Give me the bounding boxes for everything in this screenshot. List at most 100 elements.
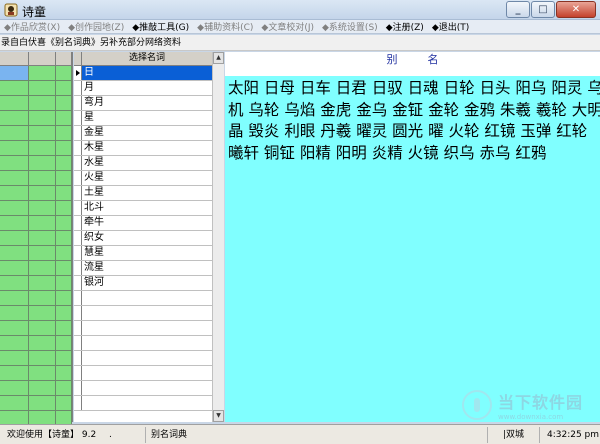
name-list-item[interactable] bbox=[74, 396, 212, 411]
name-list-header: 选择名词 bbox=[74, 52, 212, 66]
name-list-item-label bbox=[82, 366, 212, 380]
minimize-button[interactable]: _ bbox=[506, 1, 530, 18]
name-list-item[interactable]: 火星 bbox=[74, 171, 212, 186]
category-grid-header bbox=[0, 52, 72, 66]
menu-settings[interactable]: ◆系统设置(S) bbox=[322, 20, 378, 33]
watermark-en: www.downxia.com bbox=[498, 413, 564, 421]
category-grid-row[interactable] bbox=[0, 291, 72, 306]
name-list-item[interactable] bbox=[74, 336, 212, 351]
alias-result-area[interactable]: 太阳 日母 日车 日君 日驭 日魂 日轮 日头 阳乌 阳灵 乌机 乌轮 乌焰 金… bbox=[225, 76, 600, 422]
category-grid-row[interactable] bbox=[0, 171, 72, 186]
watermark: 当下软件园 www.downxia.com bbox=[462, 388, 597, 422]
name-list-item-label: 流星 bbox=[84, 262, 104, 273]
name-list-item-label bbox=[82, 291, 212, 305]
name-list-item-label: 水星 bbox=[84, 157, 104, 168]
name-list-item[interactable]: 金星 bbox=[74, 126, 212, 141]
name-list-item-label: 月 bbox=[84, 82, 94, 93]
name-list-item[interactable] bbox=[74, 351, 212, 366]
name-list-item-label: 土星 bbox=[84, 187, 104, 198]
app-icon bbox=[4, 3, 18, 17]
name-list-item[interactable] bbox=[74, 321, 212, 336]
name-list-item[interactable]: 慧星 bbox=[74, 246, 212, 261]
category-grid-row[interactable] bbox=[0, 216, 72, 231]
name-list-item-label: 火星 bbox=[84, 172, 104, 183]
category-grid-row[interactable] bbox=[0, 111, 72, 126]
status-dot: . bbox=[106, 427, 146, 443]
menu-exit[interactable]: ◆退出(T) bbox=[432, 20, 469, 33]
menu-works[interactable]: ◆作品欣赏(X) bbox=[4, 20, 60, 33]
category-grid-row[interactable] bbox=[0, 306, 72, 321]
status-time: 4:32:25 pm bbox=[547, 430, 600, 440]
title-bar: 诗童 _ □ ✕ bbox=[0, 0, 600, 20]
name-list-item[interactable]: 银河 bbox=[74, 276, 212, 291]
name-list-item-label bbox=[82, 396, 212, 410]
menu-proofread[interactable]: ◆文章校对(J) bbox=[261, 20, 314, 33]
name-list-item-label: 金星 bbox=[84, 127, 104, 138]
category-grid-row[interactable] bbox=[0, 321, 72, 336]
name-list-item[interactable] bbox=[74, 366, 212, 381]
alias-header: 别名 bbox=[386, 53, 469, 66]
category-grid-row[interactable] bbox=[0, 351, 72, 366]
name-list-item-label: 慧星 bbox=[84, 247, 104, 258]
name-list-item[interactable]: 星 bbox=[74, 111, 212, 126]
name-list-item-label: 木星 bbox=[84, 142, 104, 153]
name-list-item[interactable]: 弯月 bbox=[74, 96, 212, 111]
name-list-item[interactable]: 牵牛 bbox=[74, 216, 212, 231]
name-list-item[interactable]: 北斗 bbox=[74, 201, 212, 216]
status-section: 别名词典 bbox=[148, 427, 488, 443]
name-list-item[interactable] bbox=[74, 381, 212, 396]
name-list-item-label: 北斗 bbox=[84, 202, 104, 213]
category-grid-row[interactable] bbox=[0, 81, 72, 96]
category-grid-row[interactable] bbox=[0, 156, 72, 171]
name-list-item-label bbox=[82, 336, 212, 350]
category-grid-row[interactable] bbox=[0, 231, 72, 246]
name-list-item-label bbox=[82, 351, 212, 365]
category-grid-row[interactable] bbox=[0, 336, 72, 351]
scroll-down-icon[interactable]: ▼ bbox=[213, 410, 224, 422]
name-list-item[interactable]: 流星 bbox=[74, 261, 212, 276]
menu-create[interactable]: ◆创作园地(Z) bbox=[68, 20, 124, 33]
name-list-item-label bbox=[82, 321, 212, 335]
menu-reference[interactable]: ◆辅助资料(C) bbox=[197, 20, 253, 33]
category-grid-row[interactable] bbox=[0, 276, 72, 291]
name-list-item-label: 牵牛 bbox=[84, 217, 104, 228]
status-welcome: 欢迎使用【诗童】 9.2 bbox=[7, 430, 97, 440]
name-list-item[interactable] bbox=[74, 306, 212, 321]
name-list-item[interactable]: 月 bbox=[74, 81, 212, 96]
name-list-item[interactable]: 织女 bbox=[74, 231, 212, 246]
status-mode: |双城 bbox=[500, 427, 540, 443]
name-list-item[interactable] bbox=[74, 291, 212, 306]
name-list-item[interactable]: 土星 bbox=[74, 186, 212, 201]
category-grid-row[interactable] bbox=[0, 381, 72, 396]
category-grid-row[interactable] bbox=[0, 261, 72, 276]
menu-register[interactable]: ◆注册(Z) bbox=[386, 20, 424, 33]
name-list-scrollbar[interactable]: ▲ ▼ bbox=[212, 52, 224, 422]
name-list-item[interactable]: 木星 bbox=[74, 141, 212, 156]
close-button[interactable]: ✕ bbox=[556, 1, 596, 18]
source-info: 录自白伏喜《别名词典》另补充部分网络资料 bbox=[0, 35, 600, 51]
maximize-button[interactable]: □ bbox=[531, 1, 555, 18]
category-grid-row[interactable] bbox=[0, 396, 72, 411]
name-list-item-label: 织女 bbox=[84, 232, 104, 243]
category-grid-row[interactable] bbox=[0, 201, 72, 216]
name-list-item[interactable]: 水星 bbox=[74, 156, 212, 171]
category-grid-row[interactable] bbox=[0, 366, 72, 381]
scroll-up-icon[interactable]: ▲ bbox=[213, 52, 224, 64]
name-list-header-label: 选择名词 bbox=[82, 52, 212, 65]
close-icon: ✕ bbox=[571, 4, 581, 15]
category-grid-row[interactable] bbox=[0, 246, 72, 261]
window-title: 诗童 bbox=[22, 5, 47, 19]
category-grid[interactable] bbox=[0, 52, 73, 426]
name-list-item[interactable]: 日 bbox=[74, 66, 212, 81]
alias-panel: 别名 太阳 日母 日车 日君 日驭 日魂 日轮 日头 阳乌 阳灵 乌机 乌轮 乌… bbox=[225, 52, 600, 422]
category-grid-row[interactable] bbox=[0, 126, 72, 141]
category-grid-row[interactable] bbox=[0, 141, 72, 156]
name-list-item-label: 星 bbox=[84, 112, 94, 123]
category-grid-row[interactable] bbox=[0, 186, 72, 201]
name-list-item-label: 银河 bbox=[84, 277, 104, 288]
name-list-grid: 选择名词 日月弯月星金星木星水星火星土星北斗牵牛织女慧星流星银河 ▲ ▼ bbox=[74, 52, 224, 422]
menu-tools[interactable]: ◆推敲工具(G) bbox=[132, 20, 189, 33]
category-grid-row[interactable] bbox=[0, 66, 72, 81]
category-grid-row[interactable] bbox=[0, 96, 72, 111]
status-bar: 欢迎使用【诗童】 9.2 . 别名词典 |双城 4:32:25 pm bbox=[0, 424, 600, 444]
